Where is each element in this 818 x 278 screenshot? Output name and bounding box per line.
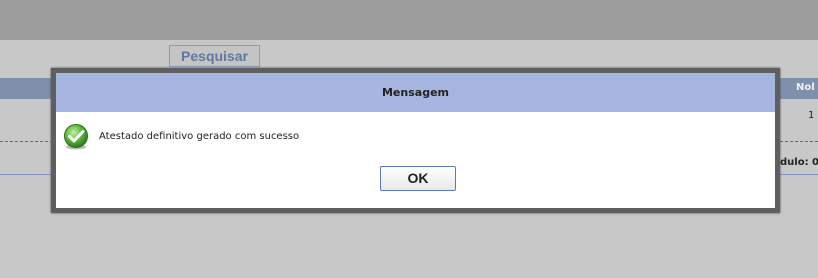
table-cell-fragment: 1 <box>808 110 815 121</box>
table-header-fragment: Nol <box>796 82 815 93</box>
page-top-bar <box>0 0 818 40</box>
dialog-message: Atestado definitivo gerado com sucesso <box>99 131 300 142</box>
ok-button[interactable]: OK <box>380 166 456 191</box>
dialog-title: Mensagem <box>56 73 775 112</box>
search-button[interactable]: Pesquisar <box>169 45 260 67</box>
check-success-icon <box>62 123 90 151</box>
message-row: Atestado definitivo gerado com sucesso <box>56 123 775 151</box>
message-dialog: Mensagem Atestado definitivo gerado com … <box>51 68 780 213</box>
dialog-body: Mensagem Atestado definitivo gerado com … <box>56 73 775 208</box>
footer-label-fragment: dulo: 0 <box>780 157 818 168</box>
